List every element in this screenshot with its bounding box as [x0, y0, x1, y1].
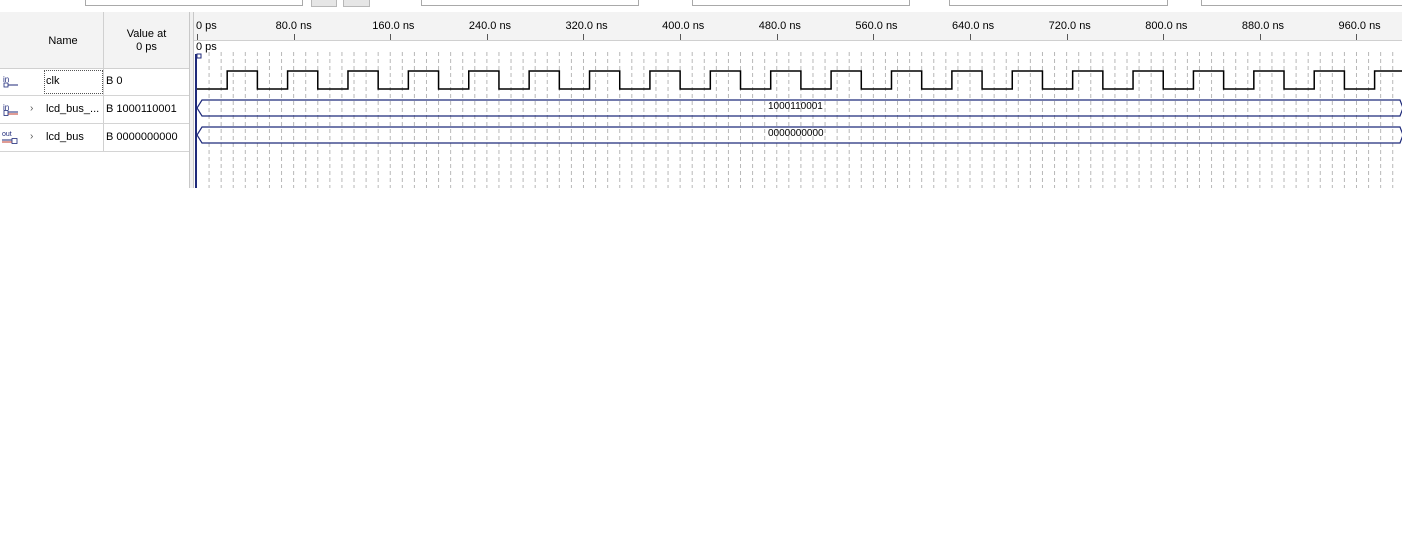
waveform-canvas[interactable]: [194, 12, 1402, 188]
signal-row-lcd-bus-out[interactable]: out › lcd_bus B 0000000000: [0, 124, 189, 152]
signal-row-clk[interactable]: in clk B 0: [0, 68, 189, 96]
lcd-bus-out-value-label: 0000000000: [768, 128, 824, 139]
signal-name: lcd_bus_...: [46, 103, 100, 115]
toolbar-strip: [0, 0, 1402, 12]
column-divider: [103, 68, 104, 95]
signal-row-lcd-bus-in[interactable]: in › lcd_bus_... B 1000110001: [0, 96, 189, 124]
signal-value: B 0000000000: [106, 131, 178, 143]
signal-list-header: Name Value at 0 ps: [0, 12, 189, 69]
toolbar-field-3[interactable]: [692, 0, 910, 6]
svg-text:out: out: [2, 131, 12, 138]
toolbar-button-2[interactable]: [343, 0, 370, 7]
column-divider: [103, 12, 104, 68]
expand-chevron-icon[interactable]: ›: [30, 103, 33, 114]
output-bus-icon: out: [2, 131, 18, 144]
toolbar-field-2[interactable]: [421, 0, 639, 6]
toolbar-field-5[interactable]: [1201, 0, 1402, 6]
waveform-panel[interactable]: 0 ps 80.0 ns 160.0 ns 240.0 ns 320.0 ns 400.0…: [194, 12, 1402, 188]
value-header-line1: Value at: [126, 28, 167, 40]
search-field[interactable]: [85, 0, 303, 6]
signal-name: clk: [46, 75, 60, 87]
lcd-bus-in-value-label: 1000110001: [768, 101, 823, 112]
clk-waveform: [197, 70, 1402, 90]
value-column-header[interactable]: Value at 0 ps: [104, 28, 189, 54]
signal-value: B 1000110001: [106, 103, 177, 115]
expand-chevron-icon[interactable]: ›: [30, 131, 33, 142]
signal-list-panel: Name Value at 0 ps in clk B 0 in › lcd_b…: [0, 12, 189, 188]
column-divider: [103, 96, 104, 123]
input-bus-icon: in: [3, 103, 18, 116]
toolbar-field-4[interactable]: [949, 0, 1168, 6]
cursor-handle: [196, 53, 202, 59]
column-divider: [103, 124, 104, 151]
value-header-line2: 0 ps: [136, 41, 157, 53]
signal-name: lcd_bus: [46, 131, 84, 143]
name-column-header[interactable]: Name: [24, 35, 102, 47]
input-pin-icon: in: [3, 75, 18, 88]
signal-value: B 0: [106, 75, 123, 87]
toolbar-button-1[interactable]: [311, 0, 337, 7]
